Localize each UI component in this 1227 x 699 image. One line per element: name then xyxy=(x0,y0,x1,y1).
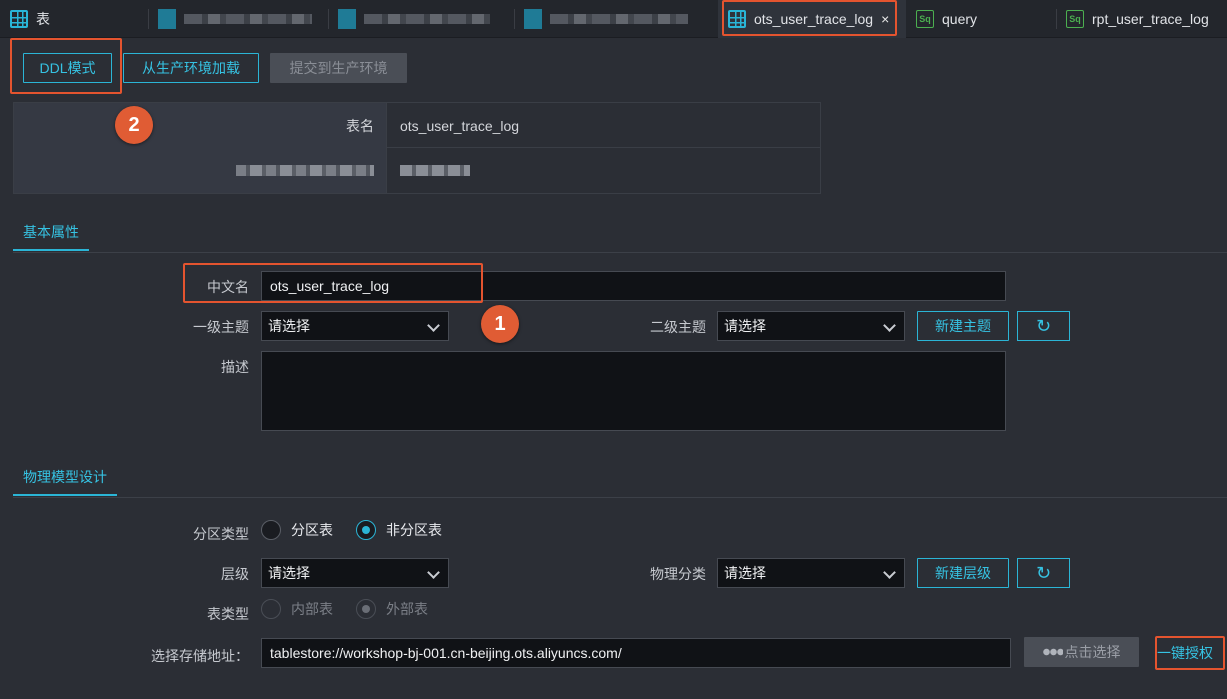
tab-blurred-2[interactable] xyxy=(328,0,514,38)
step-badge-2: 2 xyxy=(115,106,153,144)
refresh-icon: ↻ xyxy=(1035,315,1052,336)
phys-class-select[interactable]: 请选择 xyxy=(717,558,905,588)
load-from-prod-button[interactable]: 从生产环境加载 xyxy=(123,53,259,83)
button-label: 点击选择 xyxy=(1064,644,1121,660)
one-click-auth-link[interactable]: 一键授权 xyxy=(1157,643,1213,663)
refresh-topic-button[interactable]: ↻ xyxy=(1017,311,1070,341)
blurred-tab-label xyxy=(550,14,688,24)
close-icon[interactable]: × xyxy=(881,11,889,27)
table-icon xyxy=(10,10,28,28)
radio-label: 非分区表 xyxy=(386,522,442,538)
storage-address-label: 选择存储地址： xyxy=(151,648,249,664)
chevron-down-icon xyxy=(883,566,896,579)
table-name-value: ots_user_trace_log xyxy=(400,117,520,134)
tab-label: 表 xyxy=(36,11,50,27)
level1-topic-label: 一级主题 xyxy=(193,319,249,335)
partition-type-label: 分区类型 xyxy=(193,526,249,542)
blurred-tab-label xyxy=(364,14,490,24)
chevron-down-icon xyxy=(427,319,440,332)
layer-select[interactable]: 请选择 xyxy=(261,558,449,588)
table-icon xyxy=(728,10,746,28)
tab-query[interactable]: Sq query xyxy=(906,0,1056,38)
submit-to-prod-button[interactable]: 提交到生产环境 xyxy=(270,53,407,83)
tab-rpt-user-trace-log[interactable]: Sq rpt_user_trace_log xyxy=(1056,0,1227,38)
internal-table-radio[interactable]: 内部表 xyxy=(261,599,333,619)
description-textarea[interactable] xyxy=(261,351,1006,431)
table-name-label: 表名 xyxy=(14,103,387,148)
select-value: 请选择 xyxy=(268,318,310,334)
refresh-icon: ↻ xyxy=(1035,562,1052,583)
radio-label: 内部表 xyxy=(291,601,333,617)
tab-label: query xyxy=(942,11,978,27)
blurred-tab-label xyxy=(184,14,312,24)
tab-ots-user-trace-log[interactable]: ots_user_trace_log × xyxy=(718,0,906,38)
step-badge-1: 1 xyxy=(481,305,519,343)
chevron-down-icon xyxy=(883,319,896,332)
layer-label: 层级 xyxy=(221,566,249,582)
radio-icon xyxy=(261,520,281,540)
blurred-label xyxy=(14,148,387,193)
section-basic-properties[interactable]: 基本属性 xyxy=(13,215,89,251)
tab-blurred-3[interactable] xyxy=(514,0,718,38)
radio-selected-icon xyxy=(356,599,376,619)
tab-label: rpt_user_trace_log xyxy=(1092,11,1209,27)
radio-selected-icon xyxy=(356,520,376,540)
blurred-table-icon xyxy=(338,9,356,29)
radio-label: 分区表 xyxy=(291,522,333,538)
radio-icon xyxy=(261,599,281,619)
new-topic-button[interactable]: 新建主题 xyxy=(917,311,1009,341)
level2-topic-label: 二级主题 xyxy=(650,319,706,335)
level2-topic-select[interactable]: 请选择 xyxy=(717,311,905,341)
cn-name-input[interactable]: ots_user_trace_log xyxy=(261,271,1006,301)
click-select-button[interactable]: 点击选择 xyxy=(1024,637,1139,667)
sql-icon: Sq xyxy=(1066,10,1084,28)
tab-tables[interactable]: 表 xyxy=(0,0,148,38)
blurred-table-icon xyxy=(524,9,542,29)
dots-icon xyxy=(1042,647,1063,657)
blurred-table-icon xyxy=(158,9,176,29)
new-layer-button[interactable]: 新建层级 xyxy=(917,558,1009,588)
storage-address-input[interactable]: tablestore://workshop-bj-001.cn-beijing.… xyxy=(261,638,1011,668)
description-label: 描述 xyxy=(221,359,249,375)
radio-label: 外部表 xyxy=(386,601,428,617)
select-value: 请选择 xyxy=(268,565,310,581)
ddl-mode-button[interactable]: DDL模式 xyxy=(23,53,112,83)
select-value: 请选择 xyxy=(724,318,766,334)
cn-name-label: 中文名 xyxy=(207,279,249,295)
non-partition-radio[interactable]: 非分区表 xyxy=(356,520,442,540)
phys-class-label: 物理分类 xyxy=(650,566,706,582)
table-type-label: 表类型 xyxy=(207,606,249,622)
tab-bar: 表 ots_user_trace_log × Sq query Sq rpt_u… xyxy=(0,0,1227,38)
select-value: 请选择 xyxy=(724,565,766,581)
table-row xyxy=(14,148,820,193)
refresh-layer-button[interactable]: ↻ xyxy=(1017,558,1070,588)
tab-blurred-1[interactable] xyxy=(148,0,328,38)
blurred-value xyxy=(387,148,820,193)
tab-label: ots_user_trace_log xyxy=(754,11,874,27)
chevron-down-icon xyxy=(427,566,440,579)
partition-radio[interactable]: 分区表 xyxy=(261,520,333,540)
sql-icon: Sq xyxy=(916,10,934,28)
section-physical-model[interactable]: 物理模型设计 xyxy=(13,460,117,496)
level1-topic-select[interactable]: 请选择 xyxy=(261,311,449,341)
external-table-radio[interactable]: 外部表 xyxy=(356,599,428,619)
